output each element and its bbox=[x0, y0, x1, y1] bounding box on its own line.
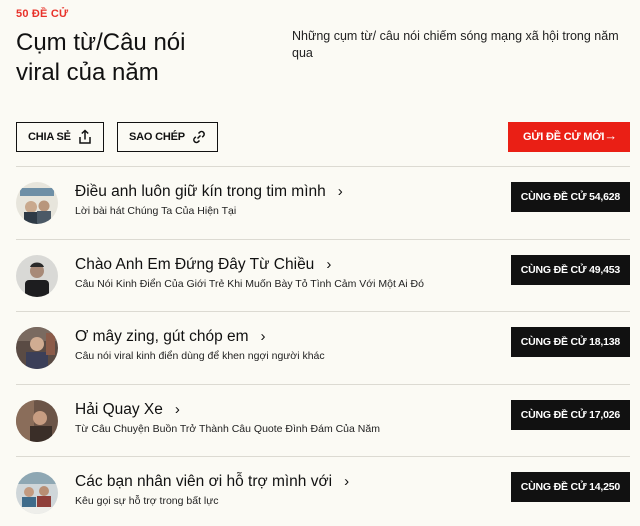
page-header: 50 ĐỀ CỬ Cụm từ/Câu nói viral của năm Nh… bbox=[16, 8, 626, 98]
list-item[interactable]: Các bạn nhân viên ơi hỗ trợ mình với › Kê… bbox=[16, 456, 630, 526]
submit-button-label: GỬI ĐỀ CỬ MỚI bbox=[523, 131, 605, 143]
chevron-right-icon: › bbox=[326, 255, 332, 273]
item-title[interactable]: Chào Anh Em Đứng Đây Từ Chiều › bbox=[75, 256, 331, 274]
vote-button[interactable]: CÙNG ĐỀ CỬ 14,250 bbox=[510, 472, 630, 502]
item-subtitle: Kêu gọi sự hỗ trợ trong bất lực bbox=[75, 495, 219, 507]
chevron-right-icon: › bbox=[260, 328, 266, 345]
item-subtitle: Câu Nói Kinh Điển Của Giới Trẻ Khi Muốn … bbox=[75, 277, 424, 290]
share-button[interactable]: CHIA SẺ bbox=[16, 122, 104, 152]
avatar bbox=[16, 399, 58, 442]
list-item[interactable]: Điều anh luôn giữ kín trong tim mình › Lờ… bbox=[16, 166, 630, 239]
vote-button[interactable]: CÙNG ĐỀ CỬ 54,628 bbox=[510, 182, 630, 212]
list-item[interactable]: Ơ mây zing, gút chóp em › Câu nói viral k… bbox=[16, 311, 630, 384]
submit-nomination-button[interactable]: GỬI ĐỀ CỬ MỚI → bbox=[508, 122, 630, 152]
item-subtitle: Từ Câu Chuyện Buồn Trở Thành Câu Quote Đ… bbox=[75, 422, 380, 435]
vote-button[interactable]: CÙNG ĐỀ CỬ 49,453 bbox=[510, 254, 630, 285]
arrow-right-icon: → bbox=[604, 128, 617, 143]
share-icon bbox=[77, 129, 93, 145]
item-subtitle: Lời bài hát Chúng Ta Của Hiện Tại bbox=[75, 205, 237, 217]
vote-button[interactable]: CÙNG ĐỀ CỬ 18,138 bbox=[510, 327, 630, 357]
page-title: Cụm từ/Câu nói viral của năm bbox=[16, 29, 186, 86]
copy-button-label: SAO CHÉP bbox=[129, 131, 185, 143]
avatar bbox=[16, 182, 58, 224]
avatar bbox=[16, 472, 58, 514]
chevron-right-icon: › bbox=[174, 400, 180, 418]
action-bar: CHIA SẺ SAO CHÉP GỬI ĐỀ CỬ MỚI → bbox=[16, 122, 630, 152]
share-button-label: CHIA SẺ bbox=[28, 131, 71, 143]
vote-button[interactable]: CÙNG ĐỀ CỬ 17,026 bbox=[510, 399, 630, 430]
link-icon bbox=[191, 129, 207, 145]
item-subtitle: Câu nói viral kinh điển dùng để khen ngợ… bbox=[75, 350, 325, 362]
nomination-count: 50 ĐỀ CỬ bbox=[16, 8, 69, 20]
item-title[interactable]: Điều anh luôn giữ kín trong tim mình › bbox=[75, 183, 343, 201]
item-title[interactable]: Các bạn nhân viên ơi hỗ trợ mình với › bbox=[75, 473, 349, 491]
avatar bbox=[16, 327, 58, 369]
nomination-list: Điều anh luôn giữ kín trong tim mình › Lờ… bbox=[16, 166, 630, 526]
copy-link-button[interactable]: SAO CHÉP bbox=[117, 122, 218, 152]
page-description: Những cụm từ/ câu nói chiếm sóng mạng xã… bbox=[292, 29, 619, 60]
item-title[interactable]: Ơ mây zing, gút chóp em › bbox=[75, 328, 266, 346]
list-item[interactable]: Chào Anh Em Đứng Đây Từ Chiều › Câu Nói K… bbox=[16, 238, 630, 312]
chevron-right-icon: › bbox=[337, 183, 343, 200]
item-title[interactable]: Hải Quay Xe › bbox=[75, 401, 180, 419]
list-item[interactable]: Hải Quay Xe › Từ Câu Chuyện Buồn Trở Thàn… bbox=[16, 383, 630, 457]
chevron-right-icon: › bbox=[344, 473, 350, 490]
avatar bbox=[16, 254, 58, 297]
